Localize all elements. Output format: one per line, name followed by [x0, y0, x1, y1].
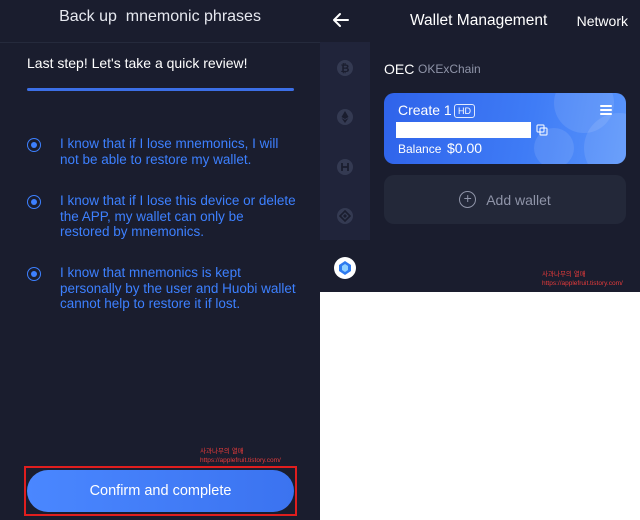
confirm-button[interactable]: Confirm and complete	[27, 470, 294, 512]
balance-label: Balance	[398, 142, 442, 156]
hd-badge: HD	[454, 104, 475, 118]
ethereum-icon[interactable]	[335, 107, 355, 127]
watermark: 사과나무의 열매 https://applefruit.tistory.com/	[542, 270, 623, 288]
check-radio-icon[interactable]	[27, 138, 41, 152]
watermark-line-2: https://applefruit.tistory.com/	[542, 280, 623, 287]
ack-text: I know that if I lose this device or del…	[60, 193, 296, 239]
backup-screen: Back up mnemonic phrases Last step! Let'…	[0, 0, 320, 520]
plus-circle-icon: +	[459, 191, 477, 208]
balance-value: $0.00	[447, 140, 483, 156]
ack-item-1[interactable]: I know that if I lose mnemonics, I will …	[27, 136, 297, 167]
ack-text: I know that mnemonics is kept personally…	[60, 265, 296, 311]
copy-icon[interactable]	[536, 124, 548, 136]
network-button[interactable]: Network	[577, 13, 628, 29]
chain-full-name: OKExChain	[418, 62, 481, 76]
add-wallet-label: Add wallet	[486, 191, 551, 208]
ack-item-3[interactable]: I know that mnemonics is kept personally…	[27, 265, 297, 312]
header: Wallet Management Network	[320, 0, 640, 42]
ack-item-2[interactable]: I know that if I lose this device or del…	[27, 193, 297, 240]
heco-icon[interactable]	[335, 157, 355, 177]
chain-symbol: OEC	[384, 61, 415, 77]
page-title: Wallet Management	[410, 12, 548, 29]
wallet-card[interactable]: Create 1 HD Balance $0.00	[384, 93, 626, 164]
page-title: Back up mnemonic phrases	[59, 8, 261, 25]
bitcoin-icon[interactable]: ₿	[335, 58, 355, 78]
back-arrow-icon[interactable]	[332, 11, 350, 29]
menu-icon[interactable]	[600, 105, 612, 115]
watermark-line-2: https://applefruit.tistory.com/	[200, 457, 281, 464]
bsc-icon[interactable]	[335, 206, 355, 226]
add-wallet-button[interactable]: + Add wallet	[384, 175, 626, 224]
watermark-line-1: 사과나무의 열매	[200, 448, 244, 455]
progress-bar	[27, 88, 294, 91]
watermark: 사과나무의 열매 https://applefruit.tistory.com/	[200, 447, 281, 465]
watermark-line-1: 사과나무의 열매	[542, 271, 586, 278]
ack-text: I know that if I lose mnemonics, I will …	[60, 136, 279, 167]
check-radio-icon[interactable]	[27, 195, 41, 209]
svg-text:₿: ₿	[341, 62, 350, 75]
confirm-highlight-box: Confirm and complete	[24, 466, 297, 516]
review-subtitle: Last step! Let's take a quick review!	[27, 55, 248, 71]
wallet-address-redacted	[396, 122, 531, 138]
wallet-management-screen: Wallet Management Network ₿ OEC OKExChai…	[320, 0, 640, 292]
oec-icon[interactable]	[334, 257, 356, 279]
chain-sidebar: ₿	[320, 42, 370, 240]
header-divider	[0, 42, 320, 43]
check-radio-icon[interactable]	[27, 267, 41, 281]
wallet-name: Create 1	[398, 102, 452, 118]
